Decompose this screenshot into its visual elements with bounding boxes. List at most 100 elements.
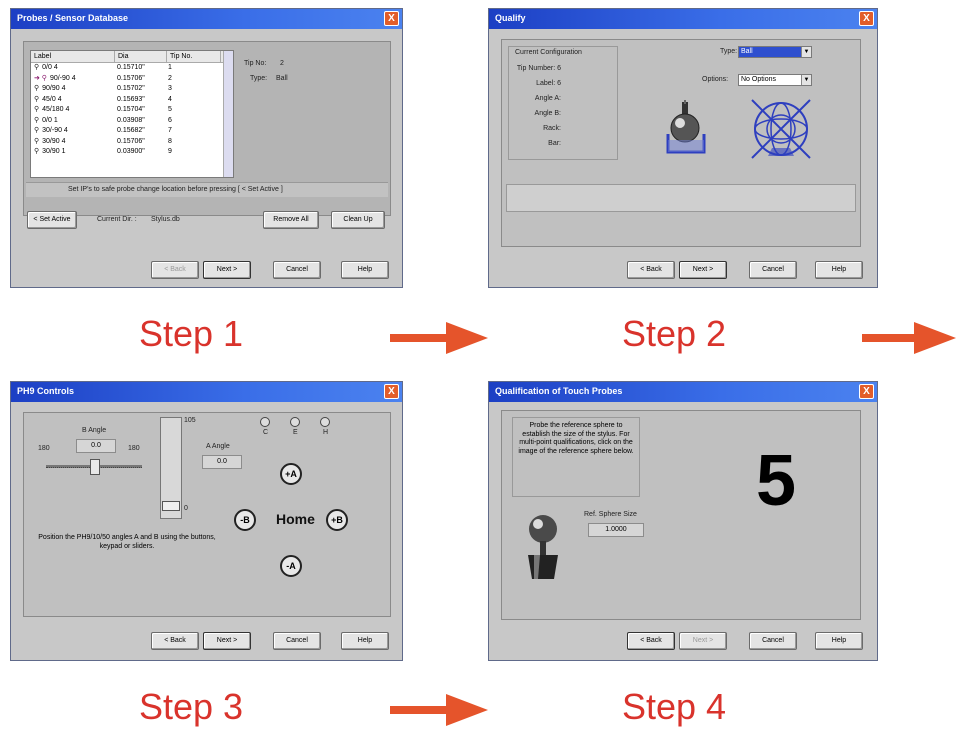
- radio-c[interactable]: [260, 417, 270, 427]
- radio-h[interactable]: [320, 417, 330, 427]
- probe-icon: ⚲: [34, 137, 40, 145]
- close-icon[interactable]: X: [859, 11, 874, 26]
- a-plus-button[interactable]: +A: [280, 463, 302, 485]
- probe-label: 30/90 4: [42, 137, 66, 145]
- window-titlebar[interactable]: Qualification of Touch Probes X: [489, 382, 877, 402]
- list-item[interactable]: ➜ ⚲ 90/-90 4 0.15706" 2: [31, 74, 233, 85]
- column-header-label[interactable]: Label: [31, 51, 115, 62]
- probe-tip-no: 3: [168, 85, 172, 92]
- probe-label: 90/-90 4: [49, 74, 76, 82]
- help-button[interactable]: Help: [815, 632, 863, 650]
- cancel-button[interactable]: Cancel: [273, 632, 321, 650]
- back-button[interactable]: < Back: [627, 261, 675, 279]
- window-titlebar[interactable]: PH9 Controls X: [11, 382, 402, 402]
- cancel-button[interactable]: Cancel: [749, 632, 797, 650]
- cancel-button[interactable]: Cancel: [273, 261, 321, 279]
- config-field: Label: 6: [536, 80, 561, 87]
- back-button[interactable]: < Back: [627, 632, 675, 650]
- radio-c-label: C: [263, 429, 269, 436]
- config-field: Angle B:: [534, 110, 561, 117]
- radio-h-label: H: [323, 429, 329, 436]
- qualification-panel: Probe the reference sphere to establish …: [501, 410, 861, 620]
- probe-icon: ⚲: [34, 148, 40, 155]
- probe-label: 45/0 4: [42, 95, 62, 103]
- list-item[interactable]: ⚲ 45/180 4 0.15704" 5: [31, 105, 233, 116]
- probe-tip-no: 1: [168, 64, 172, 71]
- instructions-text: Probe the reference sphere to establish …: [518, 422, 634, 455]
- b-plus-button[interactable]: +B: [326, 509, 348, 531]
- column-header-tip[interactable]: Tip No.: [167, 51, 221, 62]
- current-dir-value: Stylus.db: [151, 216, 180, 223]
- type-value: Ball: [276, 75, 288, 82]
- list-scrollbar[interactable]: [223, 51, 233, 177]
- probe-tip-no: 2: [168, 74, 172, 82]
- ball-probe-icon[interactable]: [660, 100, 720, 160]
- cancel-button[interactable]: Cancel: [749, 261, 797, 279]
- b-angle-slider-thumb[interactable]: [90, 459, 100, 475]
- probe-tip-no: 9: [168, 148, 172, 155]
- tip-no-label: Tip No:: [244, 60, 267, 67]
- a-angle-vslider-thumb[interactable]: [162, 501, 180, 511]
- probe-icon: ⚲: [34, 106, 40, 113]
- vslider-top-label: 105: [184, 417, 196, 424]
- hint-text: Set IP's to safe probe change location b…: [68, 186, 283, 193]
- options-label: Options:: [702, 76, 729, 83]
- arrow-right-icon: [862, 322, 956, 354]
- next-button[interactable]: Next >: [203, 261, 251, 279]
- next-button[interactable]: Next >: [679, 261, 727, 279]
- list-item[interactable]: ⚲ 45/0 4 0.15693" 4: [31, 95, 233, 106]
- probe-list[interactable]: Label Dia Tip No. ⚲ 0/0 4 0.15710" 1 ➜ ⚲ 90/-…: [30, 50, 234, 178]
- window-titlebar[interactable]: Qualify X: [489, 9, 877, 29]
- chevron-down-icon[interactable]: ▼: [801, 47, 811, 57]
- list-item[interactable]: ⚲ 0/0 4 0.15710" 1: [31, 63, 233, 74]
- clean-up-button[interactable]: Clean Up: [331, 211, 385, 229]
- reference-sphere-icon[interactable]: [522, 511, 564, 581]
- type-label: Type:: [250, 75, 268, 82]
- config-field: Tip Number: 6: [516, 65, 561, 72]
- window-titlebar[interactable]: Probes / Sensor Database X: [11, 9, 402, 29]
- radio-e[interactable]: [290, 417, 300, 427]
- help-button[interactable]: Help: [341, 261, 389, 279]
- type-select[interactable]: Ball ▼: [738, 46, 812, 58]
- remove-all-button[interactable]: Remove All: [263, 211, 319, 229]
- b-minus-button[interactable]: -B: [234, 509, 256, 531]
- ref-sphere-size-field[interactable]: 1.0000: [588, 523, 644, 537]
- status-field: [506, 184, 856, 212]
- probe-icon: ⚲: [34, 64, 40, 71]
- probe-dia: 0.03908": [117, 116, 145, 124]
- sphere-grid-icon[interactable]: [748, 96, 814, 162]
- next-button[interactable]: Next >: [679, 632, 727, 650]
- next-button[interactable]: Next >: [203, 632, 251, 650]
- qualify-window: Qualify X Current Configuration Tip Numb…: [488, 8, 878, 288]
- b-angle-label: B Angle: [82, 427, 107, 434]
- step-1-label: Step 1: [139, 313, 244, 354]
- back-button[interactable]: < Back: [151, 632, 199, 650]
- list-item[interactable]: ⚲ 0/0 1 0.03908" 6: [31, 116, 233, 127]
- close-icon[interactable]: X: [384, 384, 399, 399]
- set-active-button[interactable]: < Set Active: [27, 211, 77, 229]
- home-button[interactable]: Home: [276, 511, 315, 527]
- list-item[interactable]: ⚲ 30/90 4 0.15706" 8: [31, 137, 233, 148]
- probe-label: 30/90 1: [42, 148, 66, 155]
- list-item[interactable]: ⚲ 90/90 4 0.15702" 3: [31, 84, 233, 95]
- a-minus-button[interactable]: -A: [280, 555, 302, 577]
- ph9-panel: B Angle 0.0 180 180 105 0 A Angle 0.0 C …: [23, 412, 391, 617]
- list-item[interactable]: ⚲ 30/-90 4 0.15682" 7: [31, 126, 233, 137]
- close-icon[interactable]: X: [859, 384, 874, 399]
- b-angle-field[interactable]: 0.0: [76, 439, 116, 453]
- help-button[interactable]: Help: [341, 632, 389, 650]
- probe-tip-no: 5: [168, 106, 172, 113]
- ref-sphere-size-label: Ref. Sphere Size: [584, 511, 637, 518]
- a-angle-field[interactable]: 0.0: [202, 455, 242, 469]
- probe-dia: 0.03900": [117, 148, 145, 155]
- options-select[interactable]: No Options ▼: [738, 74, 812, 86]
- column-header-dia[interactable]: Dia: [115, 51, 167, 62]
- chevron-down-icon[interactable]: ▼: [801, 75, 811, 85]
- current-dir-label: Current Dir. :: [97, 216, 137, 223]
- list-item[interactable]: ⚲ 30/90 1 0.03900" 9: [31, 147, 233, 158]
- vslider-bottom-label: 0: [184, 505, 188, 512]
- back-button[interactable]: < Back: [151, 261, 199, 279]
- help-button[interactable]: Help: [815, 261, 863, 279]
- probe-label-cell: ⚲ 30/90 4: [31, 137, 114, 148]
- close-icon[interactable]: X: [384, 11, 399, 26]
